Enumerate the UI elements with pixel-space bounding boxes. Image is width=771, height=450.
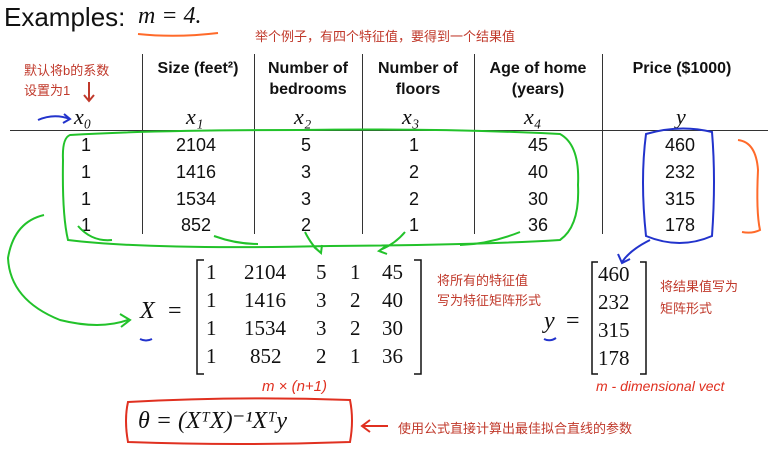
vector-y-cell: 178 [598, 346, 630, 370]
y-equals-sign: = [566, 308, 580, 334]
matrix-x-label: X [140, 298, 155, 324]
m-dim-note: m - dimensional vect [596, 378, 725, 394]
matrix-x-cell: 1534 [244, 316, 286, 340]
matrix-x-cell: 5 [316, 260, 327, 284]
matrix-x-cell: 1 [350, 260, 361, 284]
formula-note: 使用公式直接计算出最佳拟合直线的参数 [398, 421, 633, 436]
matrix-x-cell: 3 [316, 316, 327, 340]
result-note-line1: 将结果值写为 [660, 279, 739, 294]
matrix-x-cell: 2104 [244, 260, 286, 284]
vector-y-label: y [544, 308, 555, 334]
matrix-x-cell: 1 [206, 260, 217, 284]
result-note-line2: 矩阵形式 [660, 301, 713, 316]
equals-sign: = [168, 298, 182, 324]
matrix-x-cell: 1 [206, 344, 217, 368]
blue-result-outline [617, 127, 715, 265]
matrix-x-cell: 2 [316, 344, 327, 368]
matrix-x-cell: 1 [206, 316, 217, 340]
matrix-x-cell: 852 [250, 344, 282, 368]
features-note-line2: 写为特征矩阵形式 [437, 293, 542, 308]
matrix-x-cell: 1 [206, 288, 217, 312]
features-note-line1: 将所有的特征值 [437, 273, 529, 288]
dims-note: m × (n+1) [262, 378, 328, 395]
matrix-x-cell: 45 [382, 260, 403, 284]
vector-y-cell: 460 [598, 262, 630, 286]
matrix-x-cell: 2 [350, 288, 361, 312]
vector-y-cell: 315 [598, 318, 630, 342]
orange-bracket [737, 139, 762, 234]
normal-equation: θ = (XᵀX)⁻¹Xᵀy [138, 408, 288, 434]
matrix-x-cell: 1416 [244, 288, 286, 312]
vector-y-cell: 232 [598, 290, 630, 314]
matrix-x-cell: 36 [382, 344, 403, 368]
matrix-x-cell: 30 [382, 316, 403, 340]
matrix-x-cell: 40 [382, 288, 403, 312]
matrix-x-cell: 3 [316, 288, 327, 312]
matrix-x-cell: 2 [350, 316, 361, 340]
matrix-x-cell: 1 [350, 344, 361, 368]
